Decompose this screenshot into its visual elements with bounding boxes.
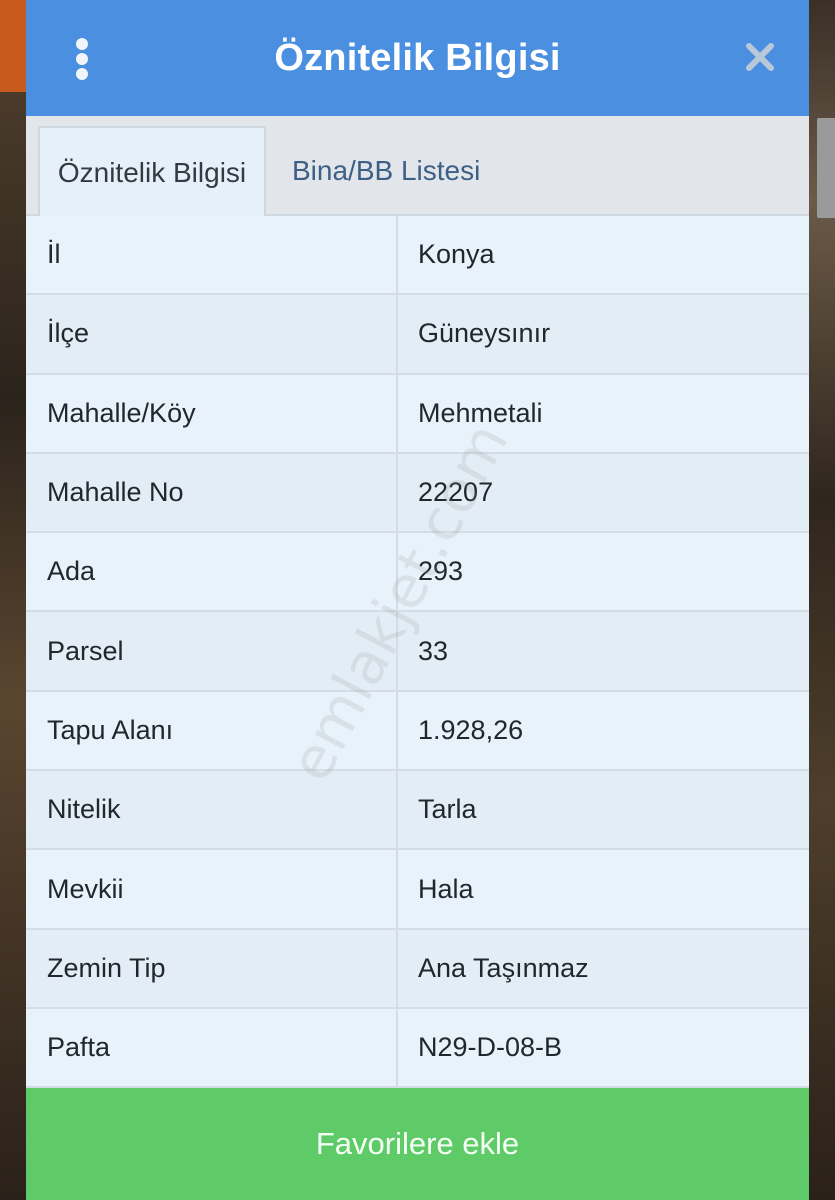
attribute-key: Nitelik bbox=[26, 771, 398, 849]
attribute-value: 1.928,26 bbox=[418, 714, 524, 745]
attribute-key: Zemin Tip bbox=[26, 929, 398, 1007]
table-row: Tapu Alanı 1.928,26 bbox=[26, 691, 809, 772]
table-row: Pafta N29-D-08-B bbox=[26, 1008, 809, 1089]
attribute-key: İl bbox=[26, 216, 398, 294]
attribute-value: Güneysınır bbox=[418, 318, 551, 349]
table-row: Nitelik Tarla bbox=[26, 771, 809, 851]
table-row: Parsel 33 bbox=[26, 612, 809, 692]
attribute-value: Hala bbox=[418, 873, 474, 904]
table-row: İlçe Güneysınır bbox=[26, 295, 809, 375]
attribute-key: Mevkii bbox=[26, 850, 398, 928]
attribute-value: Mehmetali bbox=[418, 397, 543, 428]
attribute-value: Ana Taşınmaz bbox=[418, 952, 589, 983]
attribute-key: Mahalle No bbox=[26, 453, 398, 532]
table-row: Ada 293 bbox=[26, 533, 809, 613]
dialog-title: Öznitelik Bilgisi bbox=[274, 36, 561, 79]
attribute-table: İl Konya İlçe Güneysınır Mahalle/Köy Meh… bbox=[26, 216, 809, 1089]
attribute-value: N29-D-08-B bbox=[418, 1032, 563, 1063]
table-row: Mahalle/Köy Mehmetali bbox=[26, 374, 809, 454]
table-row: Zemin Tip Ana Taşınmaz bbox=[26, 929, 809, 1009]
dialog-header: Öznitelik Bilgisi bbox=[26, 0, 809, 116]
add-to-favorites-button[interactable]: Favorilere ekle bbox=[26, 1088, 809, 1200]
table-row: İl Konya bbox=[26, 216, 809, 296]
attribute-value: 293 bbox=[418, 556, 464, 587]
table-row: Mevkii Hala bbox=[26, 850, 809, 930]
attribute-value: Tarla bbox=[418, 794, 477, 825]
attribute-key: Parsel bbox=[26, 612, 398, 690]
map-background-left bbox=[0, 0, 26, 1200]
attribute-key: Mahalle/Köy bbox=[26, 374, 398, 452]
table-row: Mahalle No 22207 bbox=[26, 453, 809, 534]
attribute-key: Pafta bbox=[26, 1008, 398, 1087]
tab-building-list[interactable]: Bina/BB Listesi bbox=[292, 126, 552, 216]
more-vertical-icon[interactable] bbox=[72, 38, 92, 80]
scrollbar-thumb[interactable] bbox=[817, 118, 835, 218]
tab-attribute-info[interactable]: Öznitelik Bilgisi bbox=[38, 126, 266, 218]
attribute-info-dialog: Öznitelik Bilgisi Öznitelik Bilgisi Bina… bbox=[26, 0, 809, 1200]
attribute-value: 22207 bbox=[418, 477, 494, 508]
attribute-key: İlçe bbox=[26, 295, 398, 373]
map-background-right bbox=[808, 0, 835, 1200]
close-icon[interactable] bbox=[743, 40, 777, 74]
tab-bar: Öznitelik Bilgisi Bina/BB Listesi bbox=[26, 116, 809, 218]
attribute-key: Ada bbox=[26, 533, 398, 611]
attribute-value: 33 bbox=[418, 635, 449, 666]
attribute-value: Konya bbox=[418, 239, 495, 270]
attribute-key: Tapu Alanı bbox=[26, 691, 398, 770]
